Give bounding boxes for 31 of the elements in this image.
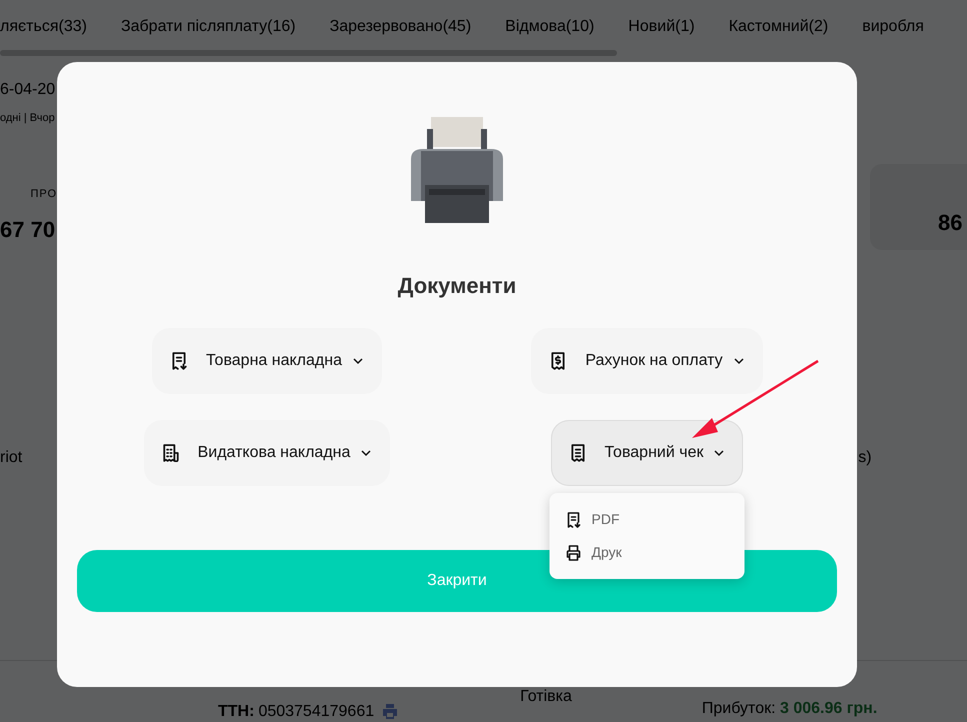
receipt-list-icon (162, 444, 180, 462)
date-text: 6-04-20 (0, 80, 56, 100)
printer-icon[interactable] (382, 704, 398, 719)
profit-label: Прибуток: (702, 700, 776, 717)
stat-value: 67 70 (0, 216, 56, 244)
menu-item[interactable]: PDF (550, 503, 744, 536)
status-tab[interactable]: Новий(1) (628, 15, 695, 50)
product-name-text: riot (0, 448, 22, 468)
receipt-icon (568, 444, 587, 462)
stat-label: ПРО (29, 187, 57, 202)
document-dropdown[interactable]: Видаткова накладна (144, 420, 390, 486)
receipt-download-icon (170, 352, 188, 370)
status-tab[interactable]: виробля (862, 15, 924, 50)
profit-value: 3 006.96 грн. (780, 700, 878, 717)
document-dropdown[interactable]: Товарна накладна (152, 328, 382, 394)
ttn-label: ТТН: (218, 702, 254, 722)
status-tab[interactable]: Забрати післяплату(16) (120, 15, 296, 50)
status-tab[interactable]: Кастомний(2) (728, 15, 828, 50)
status-tab[interactable]: ляється(33) (0, 15, 87, 50)
document-dropdown[interactable]: Товарний чек (550, 420, 744, 486)
row-text: s) (858, 448, 872, 468)
payment-method-text: Готівка (520, 687, 572, 707)
receipt-dollar-icon (549, 352, 568, 370)
modal-title: Документи (396, 272, 518, 300)
document-dropdown[interactable]: Рахунок на оплату (531, 328, 763, 394)
ttn-number: 0503754179661 (258, 702, 374, 722)
printer-icon (566, 544, 582, 560)
status-tab[interactable]: Відмова(10) (505, 15, 594, 50)
receipt-download-icon (566, 512, 582, 528)
status-tab[interactable]: Зарезервовано(45) (330, 15, 472, 50)
stat-value: 86 (938, 209, 964, 237)
